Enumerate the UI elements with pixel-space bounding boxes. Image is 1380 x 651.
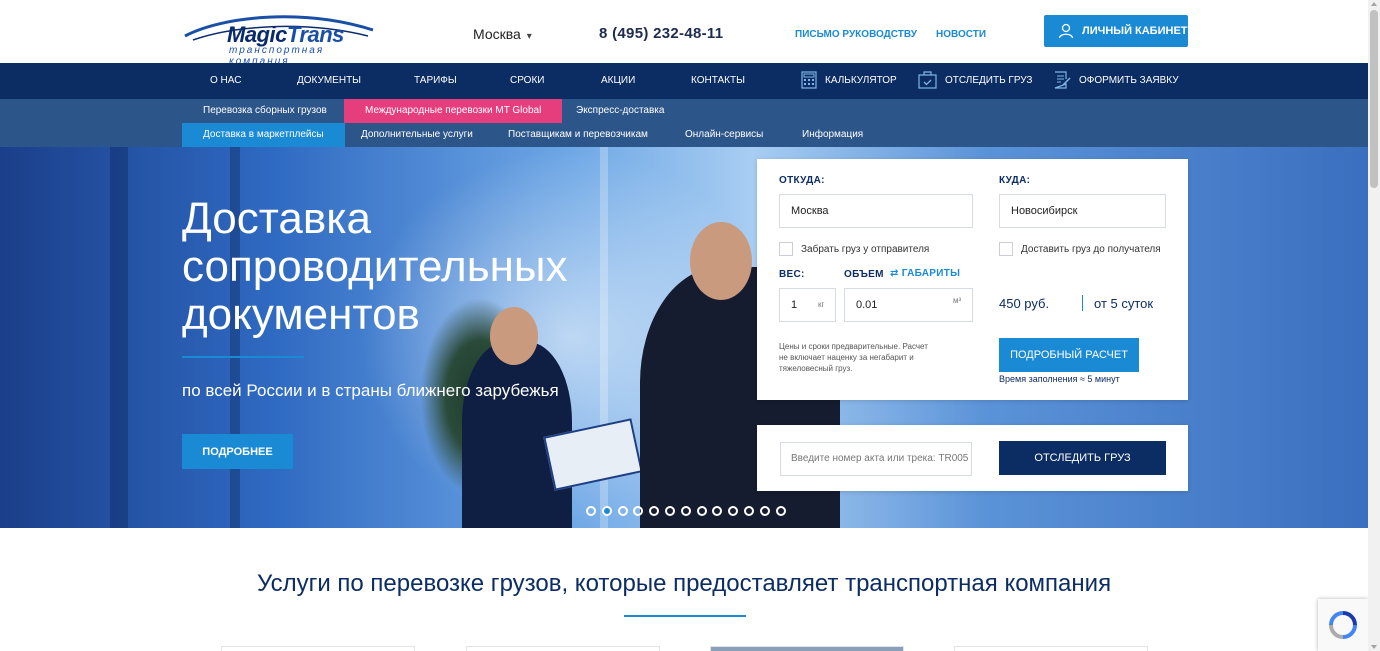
from-label: ОТКУДА: (779, 175, 825, 186)
phone-number[interactable]: 8 (495) 232-48-11 (599, 25, 723, 42)
subnav-consolidated-cargo[interactable]: Перевозка сборных грузов (182, 99, 348, 123)
slider-dot[interactable] (633, 506, 644, 516)
from-city-input[interactable]: Москва (779, 194, 973, 228)
slider-dot[interactable] (759, 506, 770, 516)
service-card[interactable] (466, 646, 660, 651)
weight-label: ВЕС: (779, 269, 805, 280)
to-label: КУДА: (999, 175, 1031, 186)
window-column (110, 147, 128, 528)
letter-to-management-link[interactable]: ПИСЬМО РУКОВОДСТВУ (795, 29, 917, 40)
volume-unit: м³ (953, 296, 962, 305)
nav-track-label: ОТСЛЕДИТЬ ГРУЗ (945, 74, 1033, 86)
volume-label: ОБЪЕМ (844, 269, 884, 280)
nav-tariffs[interactable]: ТАРИФЫ (414, 75, 457, 86)
pickup-checkbox[interactable]: Забрать груз у отправителя (779, 242, 929, 256)
slider-dot[interactable] (680, 506, 691, 516)
hero-title: Доставка сопроводительных документов (182, 194, 568, 339)
slider-dot[interactable] (649, 506, 660, 516)
calculator-icon (801, 71, 817, 89)
fill-time-note: Время заполнения ≈ 5 минут (999, 374, 1120, 384)
delivery-checkbox-label: Доставить груз до получателя (1021, 243, 1161, 255)
price-disclaimer: Цены и сроки предварительные. Расчет не … (779, 342, 928, 373)
detailed-calculation-button[interactable]: ПОДРОБНЫЙ РАСЧЕТ (999, 338, 1139, 372)
dimensions-label: ГАБАРИТЫ (901, 268, 961, 279)
slider-dot[interactable] (664, 506, 675, 516)
subnav-international-mt-global[interactable]: Международные перевозки MT Global (344, 99, 563, 123)
weight-unit: кг (818, 300, 825, 309)
personal-account-button[interactable]: ЛИЧНЫЙ КАБИНЕТ (1044, 15, 1188, 47)
nav-order-label: ОФОРМИТЬ ЗАЯВКУ (1079, 74, 1179, 86)
swap-arrows-icon: ⇄ (890, 268, 899, 279)
main-navigation: О НАС ДОКУМЕНТЫ ТАРИФЫ СРОКИ АКЦИИ КОНТА… (0, 63, 1368, 99)
nav-calculator[interactable]: КАЛЬКУЛЯТОР (801, 71, 897, 89)
nav-about[interactable]: О НАС (210, 75, 241, 86)
chevron-down-icon: ▾ (526, 31, 532, 42)
city-label: Москва (473, 26, 521, 42)
pickup-checkbox-box (779, 242, 793, 256)
personal-account-label: ЛИЧНЫЙ КАБИНЕТ (1082, 25, 1188, 37)
scrollbar-thumb[interactable] (1370, 10, 1378, 188)
nav-contacts[interactable]: КОНТАКТЫ (691, 75, 745, 86)
delivery-checkbox[interactable]: Доставить груз до получателя (999, 242, 1161, 256)
price-term-separator (1082, 295, 1083, 311)
delivery-term: от 5 суток (1094, 296, 1154, 311)
calculated-price: 450 руб. (999, 296, 1050, 311)
nav-track-cargo[interactable]: ОТСЛЕДИТЬ ГРУЗ (918, 71, 1032, 89)
service-card[interactable] (710, 646, 904, 651)
recaptcha-badge[interactable] (1318, 599, 1368, 651)
user-icon (1058, 23, 1074, 39)
services-heading: Услуги по перевозке грузов, которые пред… (256, 570, 1112, 597)
track-cargo-button[interactable]: ОТСЛЕДИТЬ ГРУЗ (999, 441, 1166, 475)
volume-value: 0.01 (856, 299, 878, 311)
slider-dot[interactable] (696, 506, 707, 516)
volume-input[interactable]: 0.01 м³ (844, 288, 973, 322)
to-city-input[interactable]: Новосибирск (999, 194, 1166, 228)
subnav-express-delivery[interactable]: Экспресс-доставка (555, 99, 685, 123)
delivery-checkbox-box (999, 242, 1013, 256)
pickup-checkbox-label: Забрать груз у отправителя (801, 243, 930, 255)
slider-dot[interactable] (743, 506, 754, 516)
hero-divider (182, 356, 304, 358)
slider-dot[interactable] (728, 506, 739, 516)
order-form-icon (1054, 71, 1071, 89)
slider-dot[interactable] (775, 506, 786, 516)
nav-terms[interactable]: СРОКИ (510, 75, 544, 86)
service-card[interactable] (221, 646, 415, 651)
subnav-suppliers-carriers[interactable]: Поставщикам и перевозчикам (487, 123, 669, 147)
city-selector[interactable]: Москва ▾ (473, 26, 532, 42)
magictrans-logo[interactable]: MagicTrans транспортная компания (183, 8, 383, 67)
cargo-tracking-form: Введите номер акта или трека: TR005 ОТСЛ… (757, 425, 1188, 491)
subnav-additional-services[interactable]: Дополнительные услуги (340, 123, 494, 147)
news-link[interactable]: НОВОСТИ (936, 29, 986, 40)
hero-subtitle: по всей России и в страны ближнего заруб… (182, 381, 559, 400)
subnav-online-services[interactable]: Онлайн-сервисы (664, 123, 784, 147)
nav-promotions[interactable]: АКЦИИ (601, 75, 635, 86)
nav-documents[interactable]: ДОКУМЕНТЫ (297, 75, 361, 86)
delivery-calculator: ОТКУДА: КУДА: Москва Новосибирск Забрать… (757, 159, 1188, 400)
subnav-information[interactable]: Информация (781, 123, 884, 147)
services-divider (624, 615, 746, 617)
hero-more-button[interactable]: ПОДРОБНЕЕ (182, 434, 293, 469)
slider-dots (586, 506, 791, 516)
nav-calculator-label: КАЛЬКУЛЯТОР (825, 74, 897, 86)
scroll-down-arrow-icon[interactable] (1371, 645, 1377, 649)
weight-value: 1 (791, 299, 798, 311)
slider-dot[interactable] (586, 506, 596, 516)
weight-input[interactable]: 1 кг (779, 288, 836, 322)
tracking-number-input[interactable]: Введите номер акта или трека: TR005 (780, 442, 972, 476)
subnav-marketplace-delivery[interactable]: Доставка в маркетплейсы (182, 123, 345, 147)
nav-place-order[interactable]: ОФОРМИТЬ ЗАЯВКУ (1053, 71, 1179, 89)
volume-dimensions-toggle[interactable]: ⇄ ГАБАРИТЫ (890, 268, 960, 279)
slider-dot[interactable] (601, 506, 612, 516)
site-header: MagicTrans транспортная компания Москва ▾… (0, 0, 1368, 67)
recaptcha-icon (1329, 611, 1357, 639)
slider-dot[interactable] (617, 506, 628, 516)
sub-navigation: Перевозка сборных грузов Международные п… (0, 99, 1368, 147)
tracking-box-icon (918, 71, 937, 89)
slider-dot[interactable] (712, 506, 723, 516)
service-card[interactable] (954, 646, 1148, 651)
page-scrollbar[interactable] (1368, 0, 1380, 651)
page: MagicTrans транспортная компания Москва ▾… (0, 0, 1380, 651)
scroll-up-arrow-icon[interactable] (1371, 2, 1377, 6)
